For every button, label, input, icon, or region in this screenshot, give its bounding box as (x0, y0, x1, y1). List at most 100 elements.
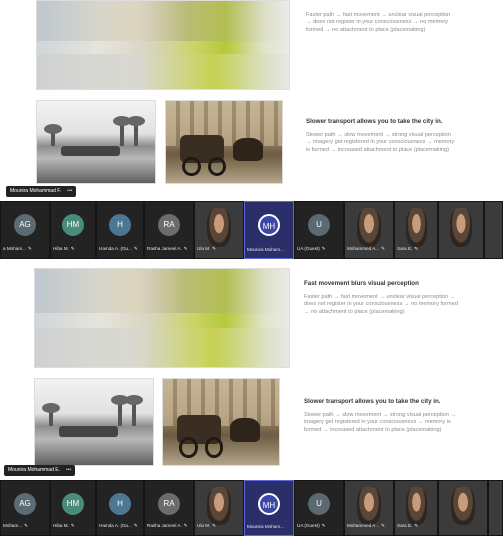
participant-video (207, 487, 231, 525)
shared-slide: Fast movement blurs visual perception Fa… (12, 264, 482, 478)
slide-heading-slower: Slower transport allows you to take the … (304, 398, 441, 405)
mic-muted-icon: ✎ (70, 246, 75, 251)
participant-name: Sara E. (397, 523, 413, 528)
horse-carriage-photo (162, 378, 280, 466)
participant-tile[interactable]: RA Rasha Jameel A. ✎ (144, 201, 194, 259)
presenter-name-tag[interactable]: Mounira Mohammad F. ••• (6, 186, 77, 197)
participant-tile[interactable]: RA Rasha Jameel A. ✎ (144, 480, 194, 536)
mic-muted-icon: ✎ (414, 246, 419, 251)
participant-name: Hamda A. (Gu... (99, 523, 132, 528)
mic-muted-icon: ✎ (414, 523, 419, 528)
mic-muted-icon: ✎ (27, 246, 32, 251)
mic-muted-icon: ✎ (381, 246, 386, 251)
participant-tile[interactable]: HM Hiba M. ✎ (50, 201, 96, 259)
mic-muted-icon: ✎ (133, 523, 138, 528)
participant-name: Ula M. (197, 523, 211, 528)
participant-name: a Moham... (3, 246, 26, 251)
mic-muted-icon: ✎ (321, 246, 326, 251)
participant-name: Mohammed A... (347, 246, 380, 251)
participant-tile[interactable] (438, 201, 484, 259)
mic-muted-icon: ✎ (212, 523, 217, 528)
river-boat-photo (36, 100, 156, 184)
participant-tile[interactable]: HM Hiba M. ✎ (50, 480, 96, 536)
more-options-icon[interactable]: ••• (67, 188, 72, 194)
participant-tile-active-speaker[interactable]: MH Mounira Moham... (244, 201, 294, 259)
participant-name: Hiba M. (53, 523, 69, 528)
river-boat-photo (34, 378, 154, 466)
participant-tile[interactable]: U UA (Guest) ✎ (294, 480, 344, 536)
slide-intro-text: Faster path → fast movement → unclear vi… (306, 12, 451, 33)
participant-name: Sara E. (397, 246, 413, 251)
avatar: RA (158, 493, 180, 515)
horse-carriage-photo (165, 100, 283, 184)
participant-name: Mounira Moham... (247, 247, 285, 252)
presenter-name-tag[interactable]: Mounira Mohammad E. ••• (4, 465, 76, 476)
mic-muted-icon: ✎ (321, 523, 326, 528)
participant-video (451, 487, 475, 525)
participant-tile[interactable]: Ula M. ✎ (194, 480, 244, 536)
presenter-name: Mounira Mohammad F. (10, 188, 62, 194)
avatar: MH (258, 214, 280, 236)
slide-slower-text: Slower path → slow movement → strong vis… (306, 132, 455, 153)
slide-heading-slower: Slower transport allows you to take the … (306, 118, 443, 125)
meeting-screenshot-top: Faster path → fast movement → unclear vi… (0, 0, 503, 259)
avatar: HM (62, 214, 84, 236)
blurred-street-photo (34, 268, 290, 368)
participant-name: Rasha Jameel A. (147, 523, 182, 528)
participant-name: Moham... (3, 523, 23, 528)
participant-tile[interactable]: Mohammed A... ✎ (344, 480, 394, 536)
participant-tile[interactable]: AG Moham... ✎ (0, 480, 50, 536)
participant-name: Mohammed A... (347, 523, 380, 528)
avatar: AG (14, 214, 36, 236)
mic-muted-icon: ✎ (183, 523, 188, 528)
slide-heading-fast: Fast movement blurs visual perception (304, 280, 419, 287)
participant-gallery: AG a Moham... ✎ HM Hiba M. ✎ H Hamda A. (Gu..… (0, 201, 503, 259)
avatar: RA (158, 214, 180, 236)
participant-video (357, 487, 381, 525)
participant-tile[interactable]: U UA (Guest) ✎ (294, 201, 344, 259)
participant-name: Hamda A. (Gu... (99, 246, 132, 251)
blurred-street-photo (36, 0, 290, 90)
participant-name: Rasha Jameel A. (147, 246, 182, 251)
participant-video (405, 208, 427, 248)
participant-tile[interactable] (488, 480, 503, 536)
participant-tile[interactable]: H Hamda A. (Gu... ✎ (96, 201, 144, 259)
participant-tile[interactable]: Mohammed A... ✎ (344, 201, 394, 259)
slide-slower-text: Slower path → slow movement → strong vis… (304, 412, 457, 433)
mic-muted-icon: ✎ (183, 246, 188, 251)
avatar: H (109, 214, 131, 236)
participant-name: UA (Guest) (297, 523, 320, 528)
participant-tile[interactable]: Sara E. ✎ (394, 480, 438, 536)
participant-name: Ula M. (197, 246, 211, 251)
shared-slide: Faster path → fast movement → unclear vi… (8, 0, 480, 200)
mic-muted-icon: ✎ (24, 523, 29, 528)
avatar: H (109, 493, 131, 515)
participant-video (207, 208, 231, 248)
participant-tile[interactable] (438, 480, 488, 536)
avatar: HM (62, 493, 84, 515)
presenter-name: Mounira Mohammad E. (8, 467, 60, 473)
meeting-screenshot-bottom: Fast movement blurs visual perception Fa… (0, 264, 503, 536)
slide-intro-text: Faster path → fast movement → unclear vi… (304, 294, 458, 315)
mic-muted-icon: ✎ (133, 246, 138, 251)
participant-tile[interactable]: Sara E. ✎ (394, 201, 438, 259)
participant-tile[interactable]: H Hamda A. (Gu... ✎ (96, 480, 144, 536)
avatar: AG (14, 493, 36, 515)
participant-name: Mounira Moham... (247, 524, 285, 529)
mic-muted-icon: ✎ (381, 523, 386, 528)
mic-muted-icon: ✎ (70, 523, 75, 528)
participant-tile[interactable]: Ula M. ✎ (194, 201, 244, 259)
avatar: U (308, 493, 330, 515)
avatar: MH (258, 493, 280, 515)
participant-video (405, 487, 427, 525)
participant-tile[interactable] (484, 201, 503, 259)
participant-name: Hiba M. (53, 246, 69, 251)
avatar: U (308, 214, 330, 236)
participant-name: UA (Guest) (297, 246, 320, 251)
mic-muted-icon: ✎ (212, 246, 217, 251)
participant-tile[interactable]: AG a Moham... ✎ (0, 201, 50, 259)
participant-gallery: AG Moham... ✎ HM Hiba M. ✎ H Hamda A. (Gu... ✎… (0, 480, 503, 536)
participant-tile-active-speaker[interactable]: MH Mounira Moham... (244, 480, 294, 536)
participant-video (357, 208, 381, 248)
more-options-icon[interactable]: ••• (66, 467, 71, 473)
